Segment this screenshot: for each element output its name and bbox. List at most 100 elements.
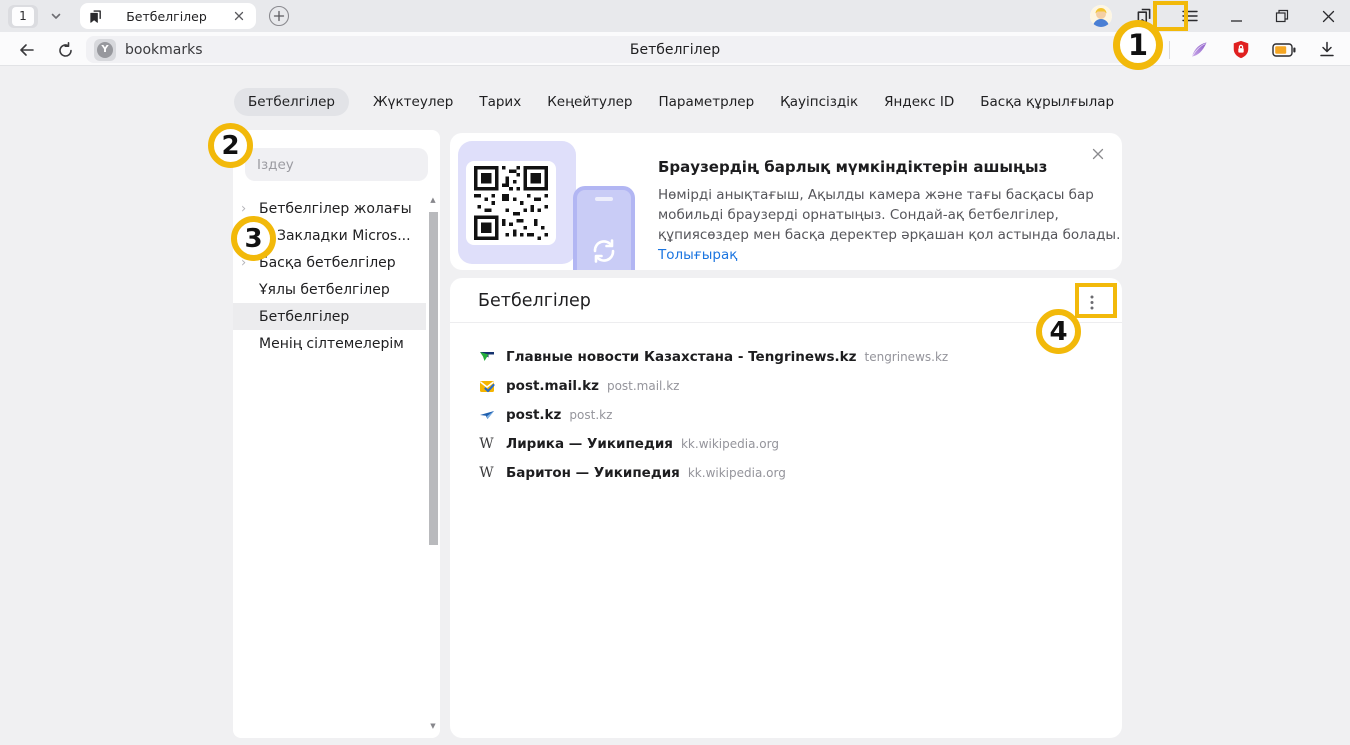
download-icon — [1319, 41, 1335, 58]
tab-settings[interactable]: Параметрлер — [656, 88, 756, 116]
banner-close-button[interactable] — [1086, 142, 1110, 166]
profile-avatar[interactable] — [1090, 5, 1112, 27]
search-input[interactable] — [245, 148, 428, 181]
phone-illustration — [573, 186, 635, 270]
tab-history[interactable]: Тарих — [477, 88, 523, 116]
banner-art — [458, 141, 576, 264]
bookmark-row-bariton-wikipedia[interactable]: W Баритон — Уикипедия kk.wikipedia.org — [450, 458, 1122, 487]
phone-speaker — [595, 197, 613, 201]
minimize-icon — [1230, 10, 1243, 23]
tab-title: Бетбелгілер — [103, 9, 230, 24]
yandex-pen-extension-button[interactable] — [1186, 37, 1212, 63]
site-badge[interactable]: Y — [94, 39, 116, 61]
close-icon — [1322, 10, 1335, 23]
bookmarks-menu-button[interactable] — [1078, 288, 1106, 316]
sidebar-item-my-links[interactable]: Менің сілтемелерім — [233, 330, 426, 357]
tab-downloads[interactable]: Жүктеулер — [371, 88, 455, 116]
sidebar-item-label: Бетбелгілер — [259, 309, 349, 325]
browser-menu-button[interactable] — [1176, 2, 1204, 30]
bookmark-row-post-mail-kz[interactable]: post.mail.kz post.mail.kz — [450, 371, 1122, 400]
divider — [450, 322, 1122, 323]
wikipedia-favicon: W — [478, 464, 495, 481]
bookmark-title: Лирика — Уикипедия — [506, 436, 673, 452]
yandex-browser-icon: Y — [97, 42, 113, 58]
window-close-button[interactable] — [1314, 2, 1342, 30]
chevron-right-icon: › — [241, 256, 246, 269]
downloads-button[interactable] — [1314, 37, 1340, 63]
feather-icon — [1189, 40, 1209, 60]
battery-icon — [1272, 43, 1296, 57]
sidebar-item-label: Менің сілтемелерім — [259, 336, 404, 352]
sync-icon — [587, 234, 621, 268]
tab-yandex-id[interactable]: Яндекс ID — [882, 88, 956, 116]
bookmark-row-lirika-wikipedia[interactable]: W Лирика — Уикипедия kk.wikipedia.org — [450, 429, 1122, 458]
wikipedia-favicon: W — [478, 435, 495, 452]
window-minimize-button[interactable] — [1222, 2, 1250, 30]
back-button[interactable] — [14, 37, 40, 63]
address-bar-more-button[interactable] — [1133, 38, 1153, 62]
bookmarks-panel-title: Бетбелгілер — [478, 291, 591, 311]
bookmark-url: tengrinews.kz — [865, 350, 949, 364]
plus-icon — [268, 5, 290, 27]
kebab-menu-icon — [1090, 295, 1094, 310]
sidebar-item-other-bookmarks[interactable]: ›Басқа бетбелгілер — [233, 249, 426, 276]
tab-security[interactable]: Қауіпсіздік — [778, 88, 860, 116]
chevron-right-icon: › — [259, 229, 264, 242]
close-icon — [234, 11, 244, 21]
bookmark-url: kk.wikipedia.org — [688, 466, 786, 480]
sidebar-item-zakladki-micros[interactable]: › Закладки Micros... — [233, 222, 426, 249]
bookmark-url: post.kz — [569, 408, 612, 422]
tab-other-devices[interactable]: Басқа құрылғылар — [978, 88, 1116, 116]
bookmark-title: post.kz — [506, 407, 561, 423]
tab-counter-button[interactable]: 1 — [8, 5, 38, 28]
mobile-promo-banner: Браузердің барлық мүмкіндіктерін ашыңыз … — [450, 133, 1122, 270]
chevron-down-icon — [50, 10, 62, 22]
bookmark-title: Главные новости Казахстана - Tengrinews.… — [506, 349, 857, 365]
sidebar-item-label: Ұялы бетбелгілер — [259, 282, 390, 298]
qr-code — [466, 161, 556, 245]
sidebar-item-label: Закладки Micros... — [277, 228, 411, 244]
toolbar-divider — [1169, 41, 1170, 59]
tab-extensions[interactable]: Кеңейтулер — [545, 88, 634, 116]
reload-button[interactable] — [52, 37, 78, 63]
scroll-up-icon[interactable]: ▲ — [427, 194, 439, 206]
scroll-down-icon[interactable]: ▼ — [427, 720, 439, 732]
sidebar-scrollbar[interactable]: ▲ ▼ — [427, 194, 439, 732]
url-text: bookmarks — [125, 42, 203, 58]
tengrinews-favicon — [478, 348, 495, 365]
scrollbar-thumb[interactable] — [429, 212, 438, 545]
kebab-menu-icon — [1141, 42, 1145, 58]
active-tab[interactable]: Бетбелгілер — [80, 3, 256, 29]
bookmarks-side-panel-button[interactable] — [1130, 2, 1158, 30]
mail-favicon — [478, 377, 495, 394]
tab-close-button[interactable] — [230, 7, 248, 25]
battery-saver-button[interactable] — [1270, 37, 1298, 63]
bookmark-title: post.mail.kz — [506, 378, 599, 394]
sidebar-item-bookmarks[interactable]: Бетбелгілер — [233, 303, 426, 330]
back-arrow-icon — [18, 41, 36, 59]
close-icon — [1092, 148, 1104, 160]
tabbar-right-controls — [1090, 0, 1342, 32]
qr-code-icon — [474, 166, 548, 240]
toolbar-right-controls — [1133, 36, 1340, 63]
reload-icon — [57, 42, 74, 59]
bookmark-title: Баритон — Уикипедия — [506, 465, 680, 481]
banner-text: Браузердің барлық мүмкіндіктерін ашыңыз … — [658, 158, 1122, 265]
new-tab-button[interactable] — [266, 3, 292, 29]
sidebar-item-bookmarks-bar[interactable]: ›Бетбелгілер жолағы — [233, 195, 426, 222]
tab-count: 1 — [12, 7, 34, 26]
settings-nav-tabs: Бетбелгілер Жүктеулер Тарих Кеңейтулер П… — [0, 88, 1350, 116]
banner-more-link[interactable]: Толығырақ — [658, 247, 737, 263]
bookmarks-list-panel: Бетбелгілер Главные новости Казахстана -… — [450, 278, 1122, 738]
bookmark-url: post.mail.kz — [607, 379, 680, 393]
bookmark-row-tengrinews[interactable]: Главные новости Казахстана - Tengrinews.… — [450, 342, 1122, 371]
protect-shield-button[interactable] — [1228, 37, 1254, 63]
sidebar-item-mobile-bookmarks[interactable]: Ұялы бетбелгілер — [233, 276, 426, 303]
address-bar[interactable]: Y bookmarks — [86, 36, 1156, 63]
window-restore-button[interactable] — [1268, 2, 1296, 30]
tab-bookmarks[interactable]: Бетбелгілер — [234, 88, 349, 116]
bookmark-row-post-kz[interactable]: post.kz post.kz — [450, 400, 1122, 429]
banner-body: Нөмірді анықтағыш, Ақылды камера және та… — [658, 185, 1122, 265]
tab-list-chevron-button[interactable] — [44, 4, 68, 28]
avatar-icon — [1090, 5, 1112, 27]
